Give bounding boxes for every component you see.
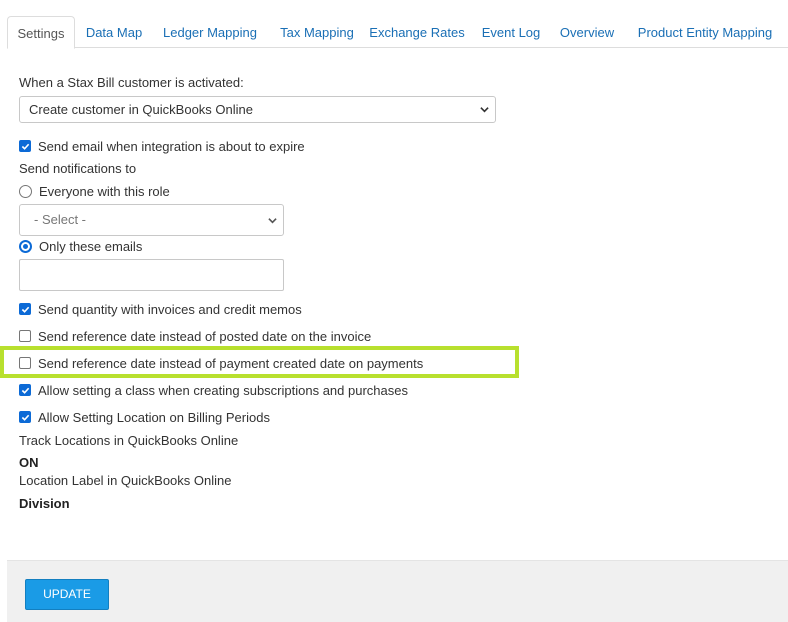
send-ref-date-invoice-option[interactable]: Send reference date instead of posted da… bbox=[19, 327, 371, 345]
only-emails-label: Only these emails bbox=[39, 238, 143, 254]
send-ref-date-payments-option[interactable]: Send reference date instead of payment c… bbox=[19, 354, 423, 372]
send-email-expire-checkbox[interactable] bbox=[19, 140, 31, 152]
tab-tax-mapping[interactable]: Tax Mapping bbox=[269, 16, 365, 49]
checkmark-icon bbox=[21, 143, 29, 150]
checkmark-icon bbox=[21, 306, 29, 313]
tab-bar: Settings Data Map Ledger Mapping Tax Map… bbox=[7, 0, 788, 49]
tab-product-entity-mapping[interactable]: Product Entity Mapping bbox=[626, 16, 784, 49]
send-ref-date-payments-label: Send reference date instead of payment c… bbox=[38, 355, 424, 371]
chevron-down-icon bbox=[268, 218, 277, 224]
allow-location-option[interactable]: Allow Setting Location on Billing Period… bbox=[19, 408, 270, 426]
role-select[interactable]: - Select - bbox=[19, 204, 284, 236]
everyone-role-radio[interactable] bbox=[19, 184, 32, 198]
only-emails-radio[interactable] bbox=[19, 239, 32, 253]
tab-exchange-rates[interactable]: Exchange Rates bbox=[365, 16, 469, 49]
activation-label: When a Stax Bill customer is activated: bbox=[19, 75, 244, 90]
allow-class-checkbox[interactable] bbox=[19, 384, 31, 396]
footer-bar: UPDATE bbox=[7, 560, 788, 622]
tab-settings[interactable]: Settings bbox=[7, 16, 75, 49]
checkmark-icon bbox=[21, 387, 29, 394]
allow-location-label: Allow Setting Location on Billing Period… bbox=[38, 409, 270, 425]
tab-ledger-mapping[interactable]: Ledger Mapping bbox=[155, 16, 265, 49]
send-ref-date-payments-checkbox[interactable] bbox=[19, 357, 31, 369]
send-email-expire-option[interactable]: Send email when integration is about to … bbox=[19, 137, 305, 155]
tab-event-log[interactable]: Event Log bbox=[472, 16, 550, 49]
send-quantity-label: Send quantity with invoices and credit m… bbox=[38, 301, 302, 317]
chevron-down-icon bbox=[480, 107, 489, 113]
checkmark-icon bbox=[21, 414, 29, 421]
track-locations-label: Track Locations in QuickBooks Online bbox=[19, 433, 239, 448]
notifications-label: Send notifications to bbox=[19, 161, 137, 176]
activation-select-value: Create customer in QuickBooks Online bbox=[29, 102, 253, 117]
only-emails-option[interactable]: Only these emails bbox=[19, 237, 142, 255]
emails-input[interactable] bbox=[19, 259, 284, 291]
activation-select[interactable]: Create customer in QuickBooks Online bbox=[19, 96, 496, 123]
send-quantity-checkbox[interactable] bbox=[19, 303, 31, 315]
send-email-expire-label: Send email when integration is about to … bbox=[38, 138, 305, 154]
everyone-role-option[interactable]: Everyone with this role bbox=[19, 182, 170, 200]
send-quantity-option[interactable]: Send quantity with invoices and credit m… bbox=[19, 300, 302, 318]
allow-location-checkbox[interactable] bbox=[19, 411, 31, 423]
role-select-value: - Select - bbox=[34, 212, 87, 227]
allow-class-option[interactable]: Allow setting a class when creating subs… bbox=[19, 381, 408, 399]
track-locations-value: ON bbox=[19, 455, 39, 470]
tab-overview[interactable]: Overview bbox=[552, 16, 622, 49]
allow-class-label: Allow setting a class when creating subs… bbox=[38, 382, 408, 398]
update-button[interactable]: UPDATE bbox=[25, 579, 109, 610]
everyone-role-label: Everyone with this role bbox=[39, 183, 170, 199]
send-ref-date-invoice-label: Send reference date instead of posted da… bbox=[38, 328, 372, 344]
tab-data-map[interactable]: Data Map bbox=[77, 16, 151, 49]
location-label-value: Division bbox=[19, 496, 70, 511]
location-label-label: Location Label in QuickBooks Online bbox=[19, 473, 232, 488]
send-ref-date-invoice-checkbox[interactable] bbox=[19, 330, 31, 342]
